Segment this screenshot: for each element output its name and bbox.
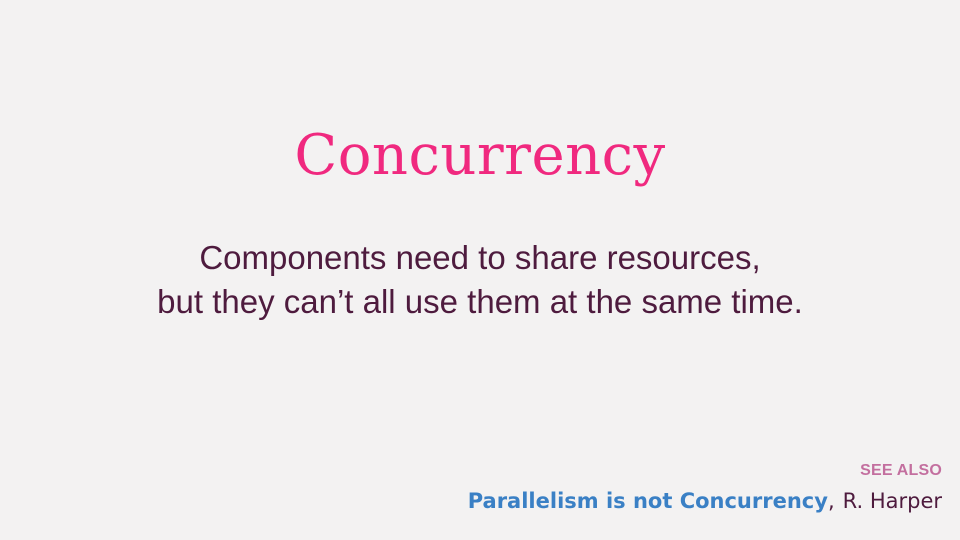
body-line: but they can’t all use them at the same … — [157, 283, 803, 320]
reference-author: R. Harper — [842, 489, 942, 513]
reference-separator: , — [827, 489, 835, 513]
reference-link[interactable]: Parallelism is not Concurrency — [468, 489, 828, 513]
see-also-label: SEE ALSO — [860, 462, 942, 479]
slide: Concurrency Components need to share res… — [0, 0, 960, 540]
reference: Parallelism is not Concurrency, R. Harper — [468, 486, 942, 516]
slide-body: Components need to share resources, but … — [0, 236, 960, 324]
slide-title: Concurrency — [294, 123, 666, 188]
body-line: Components need to share resources, — [199, 239, 761, 276]
